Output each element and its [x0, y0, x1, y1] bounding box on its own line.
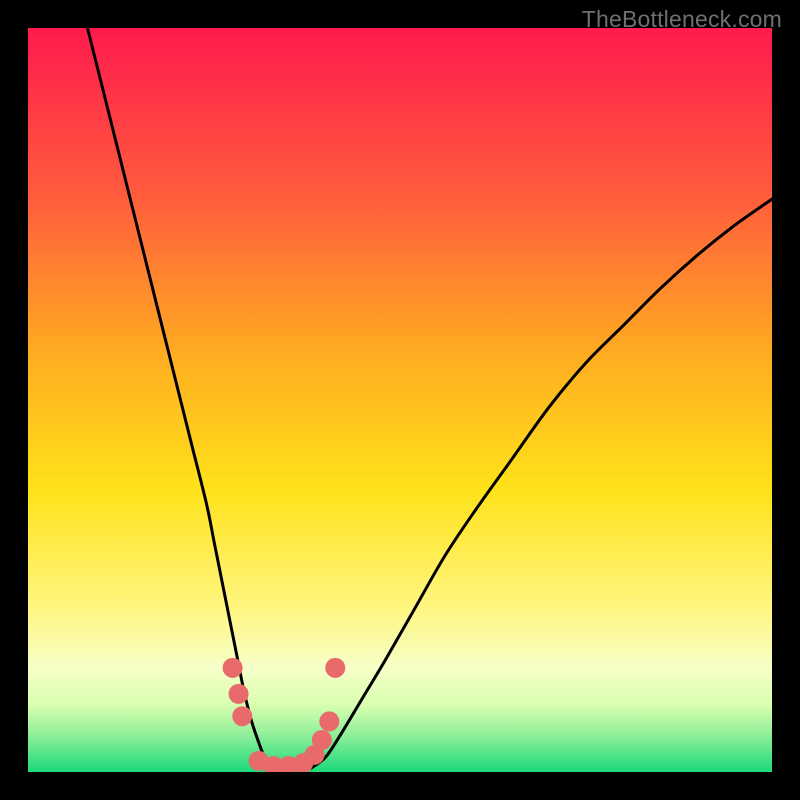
- right-curve: [311, 199, 772, 768]
- data-dot: [325, 658, 345, 678]
- data-dot: [319, 711, 339, 731]
- plot-area: [28, 28, 772, 772]
- curves-layer: [28, 28, 772, 772]
- data-dot: [223, 658, 243, 678]
- data-dot: [232, 706, 252, 726]
- left-curve: [88, 28, 274, 768]
- watermark-text: TheBottleneck.com: [582, 6, 782, 33]
- chart-frame: TheBottleneck.com: [0, 0, 800, 800]
- data-dot: [312, 730, 332, 750]
- data-dot: [229, 684, 249, 704]
